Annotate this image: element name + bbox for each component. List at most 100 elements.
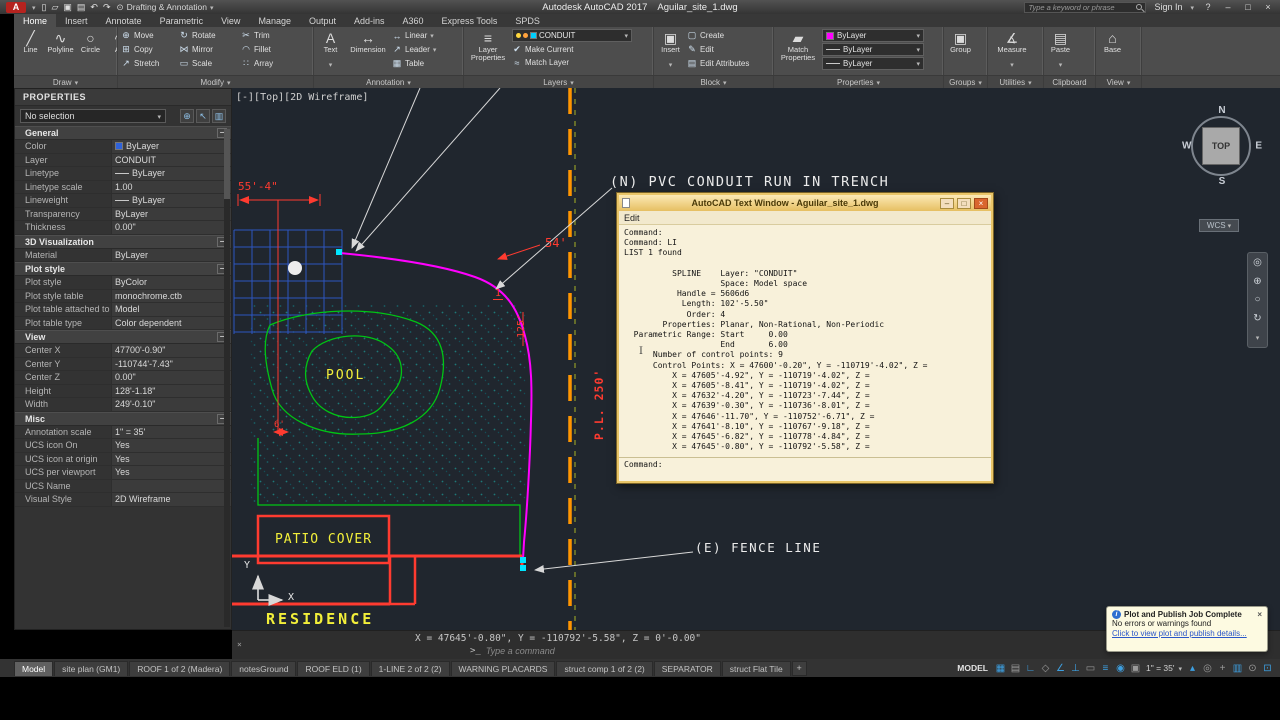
- full-navigation-wheel-icon[interactable]: ◎: [1253, 257, 1262, 268]
- conduit-point[interactable]: [288, 261, 302, 275]
- ribbon-tab[interactable]: View: [212, 14, 249, 27]
- ribbon-tab[interactable]: Express Tools: [433, 14, 507, 27]
- search-input[interactable]: Type a keyword or phrase: [1024, 1, 1147, 13]
- base-view-button[interactable]: ⌂ Base: [1099, 29, 1126, 54]
- chevron-down-icon[interactable]: [1256, 332, 1260, 343]
- layout-tab[interactable]: WARNING PLACARDS: [450, 660, 556, 676]
- restore-button[interactable]: □: [957, 197, 971, 209]
- status-toggle-icon[interactable]: ◇: [1039, 663, 1052, 674]
- property-row[interactable]: Plot style ByColor: [15, 276, 231, 290]
- close-icon[interactable]: ×: [1257, 610, 1262, 619]
- draw-tool-button[interactable]: ╱ Line: [17, 29, 44, 54]
- qat-icon[interactable]: ▣: [63, 2, 72, 13]
- new-layout-button[interactable]: +: [791, 660, 807, 676]
- block-tool-button[interactable]: ▢ Create: [687, 29, 749, 42]
- layer-tool-button[interactable]: ≈ Match Layer: [512, 56, 632, 69]
- draw-tool-button[interactable]: ◠ Arc: [107, 29, 117, 54]
- selection-dropdown[interactable]: No selection: [20, 109, 166, 123]
- insert-block-button[interactable]: ▣ Insert: [657, 29, 684, 72]
- measure-button[interactable]: ∡ Measure: [991, 29, 1033, 72]
- status-toggle-icon[interactable]: ▭: [1084, 663, 1097, 674]
- status-toggle-icon[interactable]: ▣: [1129, 663, 1142, 674]
- layer-tool-button[interactable]: ✔ Make Current: [512, 43, 632, 56]
- layout-tab[interactable]: struct comp 1 of 2 (2): [556, 660, 653, 676]
- status-toggle-icon[interactable]: ⊡: [1261, 663, 1274, 674]
- status-toggle-icon[interactable]: ⊥: [1069, 663, 1082, 674]
- modify-tool-button[interactable]: ⊕ Move: [121, 29, 179, 42]
- qat-icon[interactable]: ↷: [103, 2, 111, 13]
- grip-point[interactable]: [520, 557, 526, 563]
- property-row[interactable]: Visual Style 2D Wireframe: [15, 493, 231, 507]
- property-row[interactable]: Layer CONDUIT: [15, 153, 231, 167]
- modify-tool-button[interactable]: ↗ Stretch: [121, 57, 179, 70]
- palette-tool-icon[interactable]: ▥: [212, 109, 226, 123]
- annotation-scale-control[interactable]: 1" = 35': [1146, 663, 1175, 673]
- orbit-icon[interactable]: ↻: [1253, 313, 1261, 324]
- status-toggle-icon[interactable]: ▴: [1186, 663, 1199, 674]
- property-row[interactable]: Linetype ByLayer: [15, 167, 231, 181]
- notification-link[interactable]: Click to view plot and publish details..…: [1112, 629, 1262, 638]
- section-header-general[interactable]: General: [15, 126, 231, 140]
- pan-icon[interactable]: ⊕: [1253, 276, 1261, 287]
- text-window-titlebar[interactable]: AutoCAD Text Window - Aguilar_site_1.dwg…: [619, 195, 991, 211]
- zoom-icon[interactable]: ○: [1254, 294, 1260, 305]
- qat-icon[interactable]: ↶: [90, 2, 98, 13]
- bylayer-dropdown[interactable]: ByLayer: [822, 43, 924, 56]
- modify-tool-button[interactable]: ◠ Fillet: [241, 43, 307, 56]
- status-toggle-icon[interactable]: ≡: [1099, 663, 1112, 674]
- property-row[interactable]: Lineweight ByLayer: [15, 194, 231, 208]
- grip-point[interactable]: [520, 565, 526, 571]
- minimize-button[interactable]: –: [1222, 2, 1234, 12]
- ribbon-tab[interactable]: Manage: [249, 14, 300, 27]
- workspace-dropdown[interactable]: ⊙ Drafting & Annotation: [117, 2, 214, 13]
- qat-icon[interactable]: ▤: [77, 2, 86, 13]
- modify-panel-label[interactable]: Modify: [118, 76, 314, 88]
- ribbon-tab[interactable]: Annotate: [97, 14, 151, 27]
- status-toggle-icon[interactable]: ◎: [1201, 663, 1214, 674]
- modify-tool-button[interactable]: ⊞ Copy: [121, 43, 179, 56]
- layout-tab[interactable]: ROOF ELD (1): [297, 660, 370, 676]
- ribbon-tab[interactable]: A360: [394, 14, 433, 27]
- layout-tab[interactable]: Model: [14, 660, 54, 676]
- ribbon-tab[interactable]: Insert: [56, 14, 97, 27]
- layout-tab[interactable]: site plan (GM1): [54, 660, 129, 676]
- layout-tab[interactable]: 1-LINE 2 of 2 (2): [370, 660, 450, 676]
- viewcube-east[interactable]: E: [1255, 141, 1262, 152]
- property-row[interactable]: Center Y -110744'-7.43": [15, 357, 231, 371]
- property-row[interactable]: Height 128'-1.18": [15, 384, 231, 398]
- text-button[interactable]: A Text: [317, 29, 344, 72]
- viewcube-top-face[interactable]: TOP: [1202, 127, 1240, 165]
- section-header-view[interactable]: View: [15, 330, 231, 344]
- modify-tool-button[interactable]: ✂ Trim: [241, 29, 307, 42]
- modify-tool-button[interactable]: ▭ Scale: [179, 57, 241, 70]
- scrollbar-thumb[interactable]: [224, 129, 230, 199]
- layer-properties-button[interactable]: ≡ Layer Properties: [467, 29, 509, 62]
- status-toggle-icon[interactable]: ◉: [1114, 663, 1127, 674]
- status-toggle-icon[interactable]: ▤: [1009, 663, 1022, 674]
- qat-icon[interactable]: ▯: [42, 2, 47, 13]
- viewcube[interactable]: N S W E TOP: [1182, 105, 1262, 187]
- ribbon-tab[interactable]: Output: [300, 14, 345, 27]
- text-window[interactable]: AutoCAD Text Window - Aguilar_site_1.dwg…: [616, 192, 994, 484]
- match-properties-button[interactable]: ▰ Match Properties: [777, 29, 819, 62]
- palette-tool-icon[interactable]: ↖: [196, 109, 210, 123]
- status-toggle-icon[interactable]: ⊙: [1246, 663, 1259, 674]
- draw-tool-button[interactable]: ○ Circle: [77, 29, 104, 54]
- palette-title[interactable]: PROPERTIES: [15, 89, 231, 106]
- property-row[interactable]: Transparency ByLayer: [15, 207, 231, 221]
- status-toggle-icon[interactable]: ∠: [1054, 663, 1067, 674]
- dimension-button[interactable]: ↔ Dimension: [347, 29, 389, 54]
- draw-panel-label[interactable]: Draw: [14, 76, 118, 88]
- qat-icon[interactable]: ▱: [51, 2, 58, 13]
- bylayer-dropdown[interactable]: ByLayer: [822, 29, 924, 42]
- property-row[interactable]: Plot table attached to Model: [15, 303, 231, 317]
- property-row[interactable]: Material ByLayer: [15, 248, 231, 262]
- section-header-misc[interactable]: Misc: [15, 411, 231, 426]
- status-toggle-icon[interactable]: ∟: [1024, 663, 1037, 674]
- search-icon[interactable]: [1136, 4, 1143, 10]
- model-space-indicator[interactable]: MODEL: [957, 663, 988, 673]
- modify-tool-button[interactable]: ⋈ Mirror: [179, 43, 241, 56]
- property-row[interactable]: Linetype scale 1.00: [15, 180, 231, 194]
- utilities-panel-label[interactable]: Utilities: [988, 76, 1044, 88]
- sign-in-button[interactable]: Sign In: [1154, 2, 1182, 12]
